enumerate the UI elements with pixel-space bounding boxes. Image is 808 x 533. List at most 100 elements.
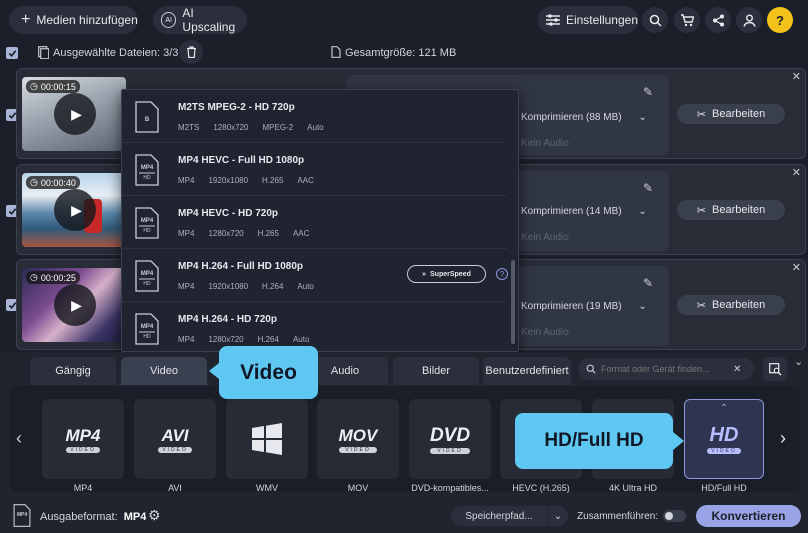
format-logo-sub: VIDEO [707,448,741,454]
chevron-right-icon[interactable]: › [780,428,786,449]
preset-item[interactable]: MP4 HD MP4 HEVC - Full HD 1080p MP4 1920x1… [122,143,507,196]
play-button[interactable]: ▶ [54,93,96,135]
close-icon[interactable]: ✕ [792,166,801,179]
callout-video: Video [219,346,318,399]
tab-video[interactable]: Video [121,357,207,385]
format-label-4k: 4K Ultra HD [608,483,657,493]
selected-files-text: Ausgewählte Dateien: 3/3 [53,47,178,59]
svg-text:MP4: MP4 [141,324,154,330]
video-thumbnail[interactable]: ◷ 00:00:40 ▶ [22,173,126,247]
format-mp4[interactable]: MP4 VIDEO [42,399,124,479]
audio-select[interactable]: Kein Audio [521,232,569,243]
preset-audio: Auto [307,123,324,132]
video-thumbnail[interactable]: ◷ 00:00:25 ▶ [22,268,126,342]
preset-resolution: 1280x720 [208,335,244,344]
selected-files-count: 3/3 [163,47,179,59]
pencil-icon[interactable]: ✎ [643,85,653,99]
audio-select[interactable]: Kein Audio [521,138,569,149]
pencil-icon[interactable]: ✎ [643,276,653,290]
edit-button[interactable]: ✂ Bearbeiten [677,295,785,315]
svg-text:MP4: MP4 [17,512,28,518]
audio-value: Kein Audio [521,138,569,149]
close-icon[interactable]: ✕ [792,261,801,274]
tab-gaengig[interactable]: Gängig [30,357,116,385]
preset-container: MP4 [178,282,195,291]
scissors-icon: ✂ [696,299,706,312]
duration-badge: ◷ 00:00:40 [26,176,80,189]
save-path-dropdown[interactable]: ⌄ [548,506,568,526]
dropdown-scrollbar[interactable] [511,260,515,344]
files-icon [38,46,49,59]
svg-text:MP4: MP4 [141,218,154,224]
chevron-left-icon[interactable]: ‹ [16,428,22,449]
compression-select[interactable]: Komprimieren (88 MB) ⌄ [521,112,647,123]
callout-video-arrow [209,363,219,379]
format-logo: AVI [161,425,189,445]
close-icon[interactable]: ✕ [792,70,801,83]
tab-bilder[interactable]: Bilder [393,357,479,385]
tab-benutzerdefiniert[interactable]: Benutzerdefiniert [483,357,571,385]
preset-dropdown: B M2TS MPEG-2 - HD 720p M2TS 1280x720 MPEG… [121,89,519,352]
audio-select[interactable]: Kein Audio [521,327,569,338]
video-thumbnail[interactable]: ◷ 00:00:15 ▶ [22,77,126,151]
collapse-chevron-icon[interactable]: ⌄ [794,355,803,368]
clear-icon[interactable]: ✕ [733,364,741,375]
share-button[interactable] [705,7,731,33]
superspeed-badge: » SuperSpeed [407,265,486,283]
play-button[interactable]: ▶ [54,284,96,326]
format-label-dvd: DVD-kompatibles... [411,483,489,493]
preset-container: MP4 [178,335,195,344]
convert-button[interactable]: Konvertieren [696,505,801,527]
add-media-button[interactable]: + Medien hinzufügen [9,6,138,34]
output-format-label: Ausgabeformat: [40,511,118,523]
save-path-button[interactable]: Speicherpfad... [451,506,547,526]
gear-icon[interactable]: ⚙ [148,507,161,524]
format-dvd[interactable]: DVD VIDEO [409,399,491,479]
format-wmv[interactable] [226,399,308,479]
play-button[interactable]: ▶ [54,189,96,231]
preset-name: M2TS MPEG-2 - HD 720p [178,102,295,113]
total-size-text: Gesamtgröße: 121 MB [345,47,456,59]
preset-codec: MPEG-2 [262,123,294,132]
format-search-input[interactable] [601,364,733,374]
select-all-checkbox[interactable] [6,47,18,59]
compression-select[interactable]: Komprimieren (14 MB) ⌄ [521,206,647,217]
preset-item[interactable]: B M2TS MPEG-2 - HD 720p M2TS 1280x720 MPEG… [122,90,507,143]
preset-codec: H.264 [262,282,284,291]
play-icon: ▶ [71,201,82,218]
preset-item[interactable]: MP4 HD MP4 HEVC - HD 720p MP4 1280x720 H.26… [122,196,507,249]
ai-upscaling-button[interactable]: AI AI Upscaling [153,6,247,34]
duration-badge: ◷ 00:00:15 [26,80,80,93]
clock-icon: ◷ [30,177,38,187]
compression-value: Komprimieren (19 MB) [521,301,622,312]
edit-button[interactable]: ✂ Bearbeiten [677,104,785,124]
preset-codec: H.265 [262,176,284,185]
help-button[interactable]: ? [767,7,793,33]
cart-button[interactable] [674,7,700,33]
pencil-icon[interactable]: ✎ [643,181,653,195]
info-icon[interactable]: ? [496,268,508,280]
edit-label: Bearbeiten [712,108,766,120]
format-logo-sub: VIDEO [65,446,101,453]
settings-button[interactable]: Einstellungen [538,6,638,34]
delete-button[interactable] [179,40,203,64]
preset-audio: AAC [297,176,314,185]
format-search-box[interactable]: ✕ [578,358,754,380]
format-logo-sub: VIDEO [429,447,471,454]
account-button[interactable] [736,7,762,33]
format-mov[interactable]: MOV VIDEO [317,399,399,479]
device-detect-button[interactable] [763,357,787,381]
preset-name: MP4 HEVC - HD 720p [178,208,279,219]
search-button[interactable] [642,7,668,33]
mp4-hd-icon: MP4 HD [135,154,159,186]
preset-item[interactable]: MP4 HD MP4 H.264 - Full HD 1080p MP4 1920x… [122,249,508,302]
format-avi[interactable]: AVI VIDEO [134,399,216,479]
compression-select[interactable]: Komprimieren (19 MB) ⌄ [521,301,647,312]
preset-container: MP4 [178,229,195,238]
preset-item[interactable]: MP4 HD MP4 H.264 - HD 720p MP4 1280x720 H.2… [122,302,507,351]
scissors-icon: ✂ [696,204,706,217]
edit-button[interactable]: ✂ Bearbeiten [677,200,785,220]
duration-text: 00:00:40 [40,177,76,188]
duration-text: 00:00:25 [40,272,76,283]
merge-toggle[interactable] [663,510,686,522]
